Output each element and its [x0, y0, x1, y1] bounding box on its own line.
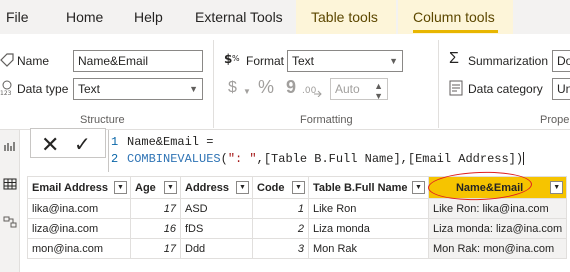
chevron-down-icon[interactable]: ▼ [550, 181, 564, 194]
cell-code[interactable]: 3 [252, 238, 309, 259]
chevron-down-icon[interactable]: ▼ [374, 86, 383, 99]
cell-full-name[interactable]: Like Ron [308, 198, 429, 219]
svg-text:%: % [232, 54, 240, 63]
group-divider [213, 40, 214, 128]
column-header-full-name[interactable]: Table B.Full Name ▼ [308, 176, 429, 199]
view-rail [0, 130, 20, 272]
cell-email[interactable]: mon@ina.com [27, 238, 131, 259]
decimals-value: Auto [335, 82, 360, 96]
ribbon: Name Name&Email 123 Data type Text ▼ Str… [0, 34, 570, 130]
table-row: mon@ina.com 17 Ddd 3 Mon Rak Mon Rak: mo… [27, 238, 568, 259]
formatting-group-title: Formatting [300, 114, 353, 126]
cell-age[interactable]: 17 [130, 198, 181, 219]
cell-name-email[interactable]: Mon Rak: mon@ina.com [427, 238, 568, 259]
report-view-icon[interactable] [3, 140, 17, 152]
data-type-select[interactable]: Text ▼ [73, 78, 203, 100]
formula-line-1: 1 Name&Email = [111, 135, 214, 149]
data-type-label: Data type [17, 82, 69, 96]
checkmark-icon[interactable]: ✓ [74, 134, 91, 156]
chevron-down-icon: ▼ [243, 87, 251, 96]
decimal-places-icon[interactable]: .00 [302, 81, 322, 97]
structure-group-title: Structure [80, 114, 125, 126]
summarization-select[interactable]: Do [552, 50, 570, 72]
active-tab-indicator [413, 30, 498, 33]
chevron-down-icon[interactable]: ▼ [236, 181, 249, 194]
name-tag-icon [0, 53, 14, 67]
cell-age[interactable]: 17 [130, 238, 181, 259]
tab-file[interactable]: File [6, 0, 29, 34]
column-header-age[interactable]: Age ▼ [130, 176, 181, 199]
data-type-value: Text [78, 82, 101, 96]
tab-help[interactable]: Help [134, 0, 163, 34]
chevron-down-icon[interactable]: ▼ [412, 181, 425, 194]
currency-icon[interactable]: $ [228, 80, 237, 96]
table-row: lika@ina.com 17 ASD 1 Like Ron Like Ron:… [27, 198, 568, 219]
group-divider [438, 40, 439, 128]
chevron-down-icon[interactable]: ▼ [114, 181, 127, 194]
tab-external-tools[interactable]: External Tools [195, 0, 283, 34]
tab-table-tools[interactable]: Table tools [296, 0, 396, 34]
model-view-icon[interactable] [3, 216, 17, 228]
close-icon[interactable]: ✕ [41, 134, 59, 156]
column-header-name-email[interactable]: Name&Email ▼ [427, 176, 568, 199]
text-cursor [523, 152, 525, 166]
data-category-icon [449, 80, 463, 96]
ribbon-tab-bar: File Home Help External Tools Table tool… [0, 0, 570, 34]
name-label: Name [17, 54, 50, 68]
name-input[interactable]: Name&Email [73, 50, 203, 72]
cell-address[interactable]: ASD [180, 198, 253, 219]
chevron-down-icon[interactable]: ▼ [292, 181, 305, 194]
decimals-stepper[interactable]: Auto ▲ ▼ [330, 78, 388, 100]
cell-address[interactable]: fDS [180, 218, 253, 239]
summarization-label: Summarization [468, 54, 549, 68]
svg-text:123: 123 [0, 90, 12, 96]
chevron-down-icon: ▼ [389, 56, 398, 66]
comma-style-icon[interactable]: 9 [286, 78, 296, 96]
column-header-address[interactable]: Address ▼ [180, 176, 253, 199]
cell-address[interactable]: Ddd [180, 238, 253, 259]
data-view-icon[interactable] [3, 178, 17, 190]
cell-full-name[interactable]: Mon Rak [308, 238, 429, 259]
column-header-email-address[interactable]: Email Address ▼ [27, 176, 131, 199]
cell-age[interactable]: 16 [130, 218, 181, 239]
tab-home[interactable]: Home [66, 0, 103, 34]
formula-editor[interactable]: 1 Name&Email = 2 COMBINEVALUES(": ",[Table… [108, 130, 570, 172]
column-header-code[interactable]: Code ▼ [252, 176, 309, 199]
properties-group-title: Proper [540, 114, 570, 126]
sigma-icon: Σ [449, 50, 459, 67]
data-table: Email Address ▼ Age ▼ Address ▼ Code ▼ Table… [27, 176, 568, 259]
cell-code[interactable]: 2 [252, 218, 309, 239]
data-type-icon: 123 [0, 80, 12, 96]
data-category-select[interactable]: Un [552, 78, 570, 100]
cell-name-email[interactable]: Liza monda: liza@ina.com [427, 218, 568, 239]
format-value: Text [292, 54, 315, 68]
chevron-down-icon[interactable]: ▼ [164, 181, 177, 194]
cell-name-email[interactable]: Like Ron: lika@ina.com [427, 198, 568, 219]
cell-email[interactable]: lika@ina.com [27, 198, 131, 219]
formula-line-2: 2 COMBINEVALUES(": ",[Table B.Full Name],… [111, 152, 525, 166]
format-select[interactable]: Text ▼ [287, 50, 403, 72]
cell-email[interactable]: liza@ina.com [27, 218, 131, 239]
tab-column-tools[interactable]: Column tools [398, 0, 513, 34]
percent-icon[interactable]: % [258, 78, 274, 96]
cell-code[interactable]: 1 [252, 198, 309, 219]
data-category-label: Data category [468, 82, 543, 96]
chevron-down-icon: ▼ [189, 84, 198, 94]
table-row: liza@ina.com 16 fDS 2 Liza monda Liza mo… [27, 218, 568, 239]
format-label: Format [246, 54, 285, 68]
cell-full-name[interactable]: Liza monda [308, 218, 429, 239]
format-icon: $ % [224, 52, 240, 66]
